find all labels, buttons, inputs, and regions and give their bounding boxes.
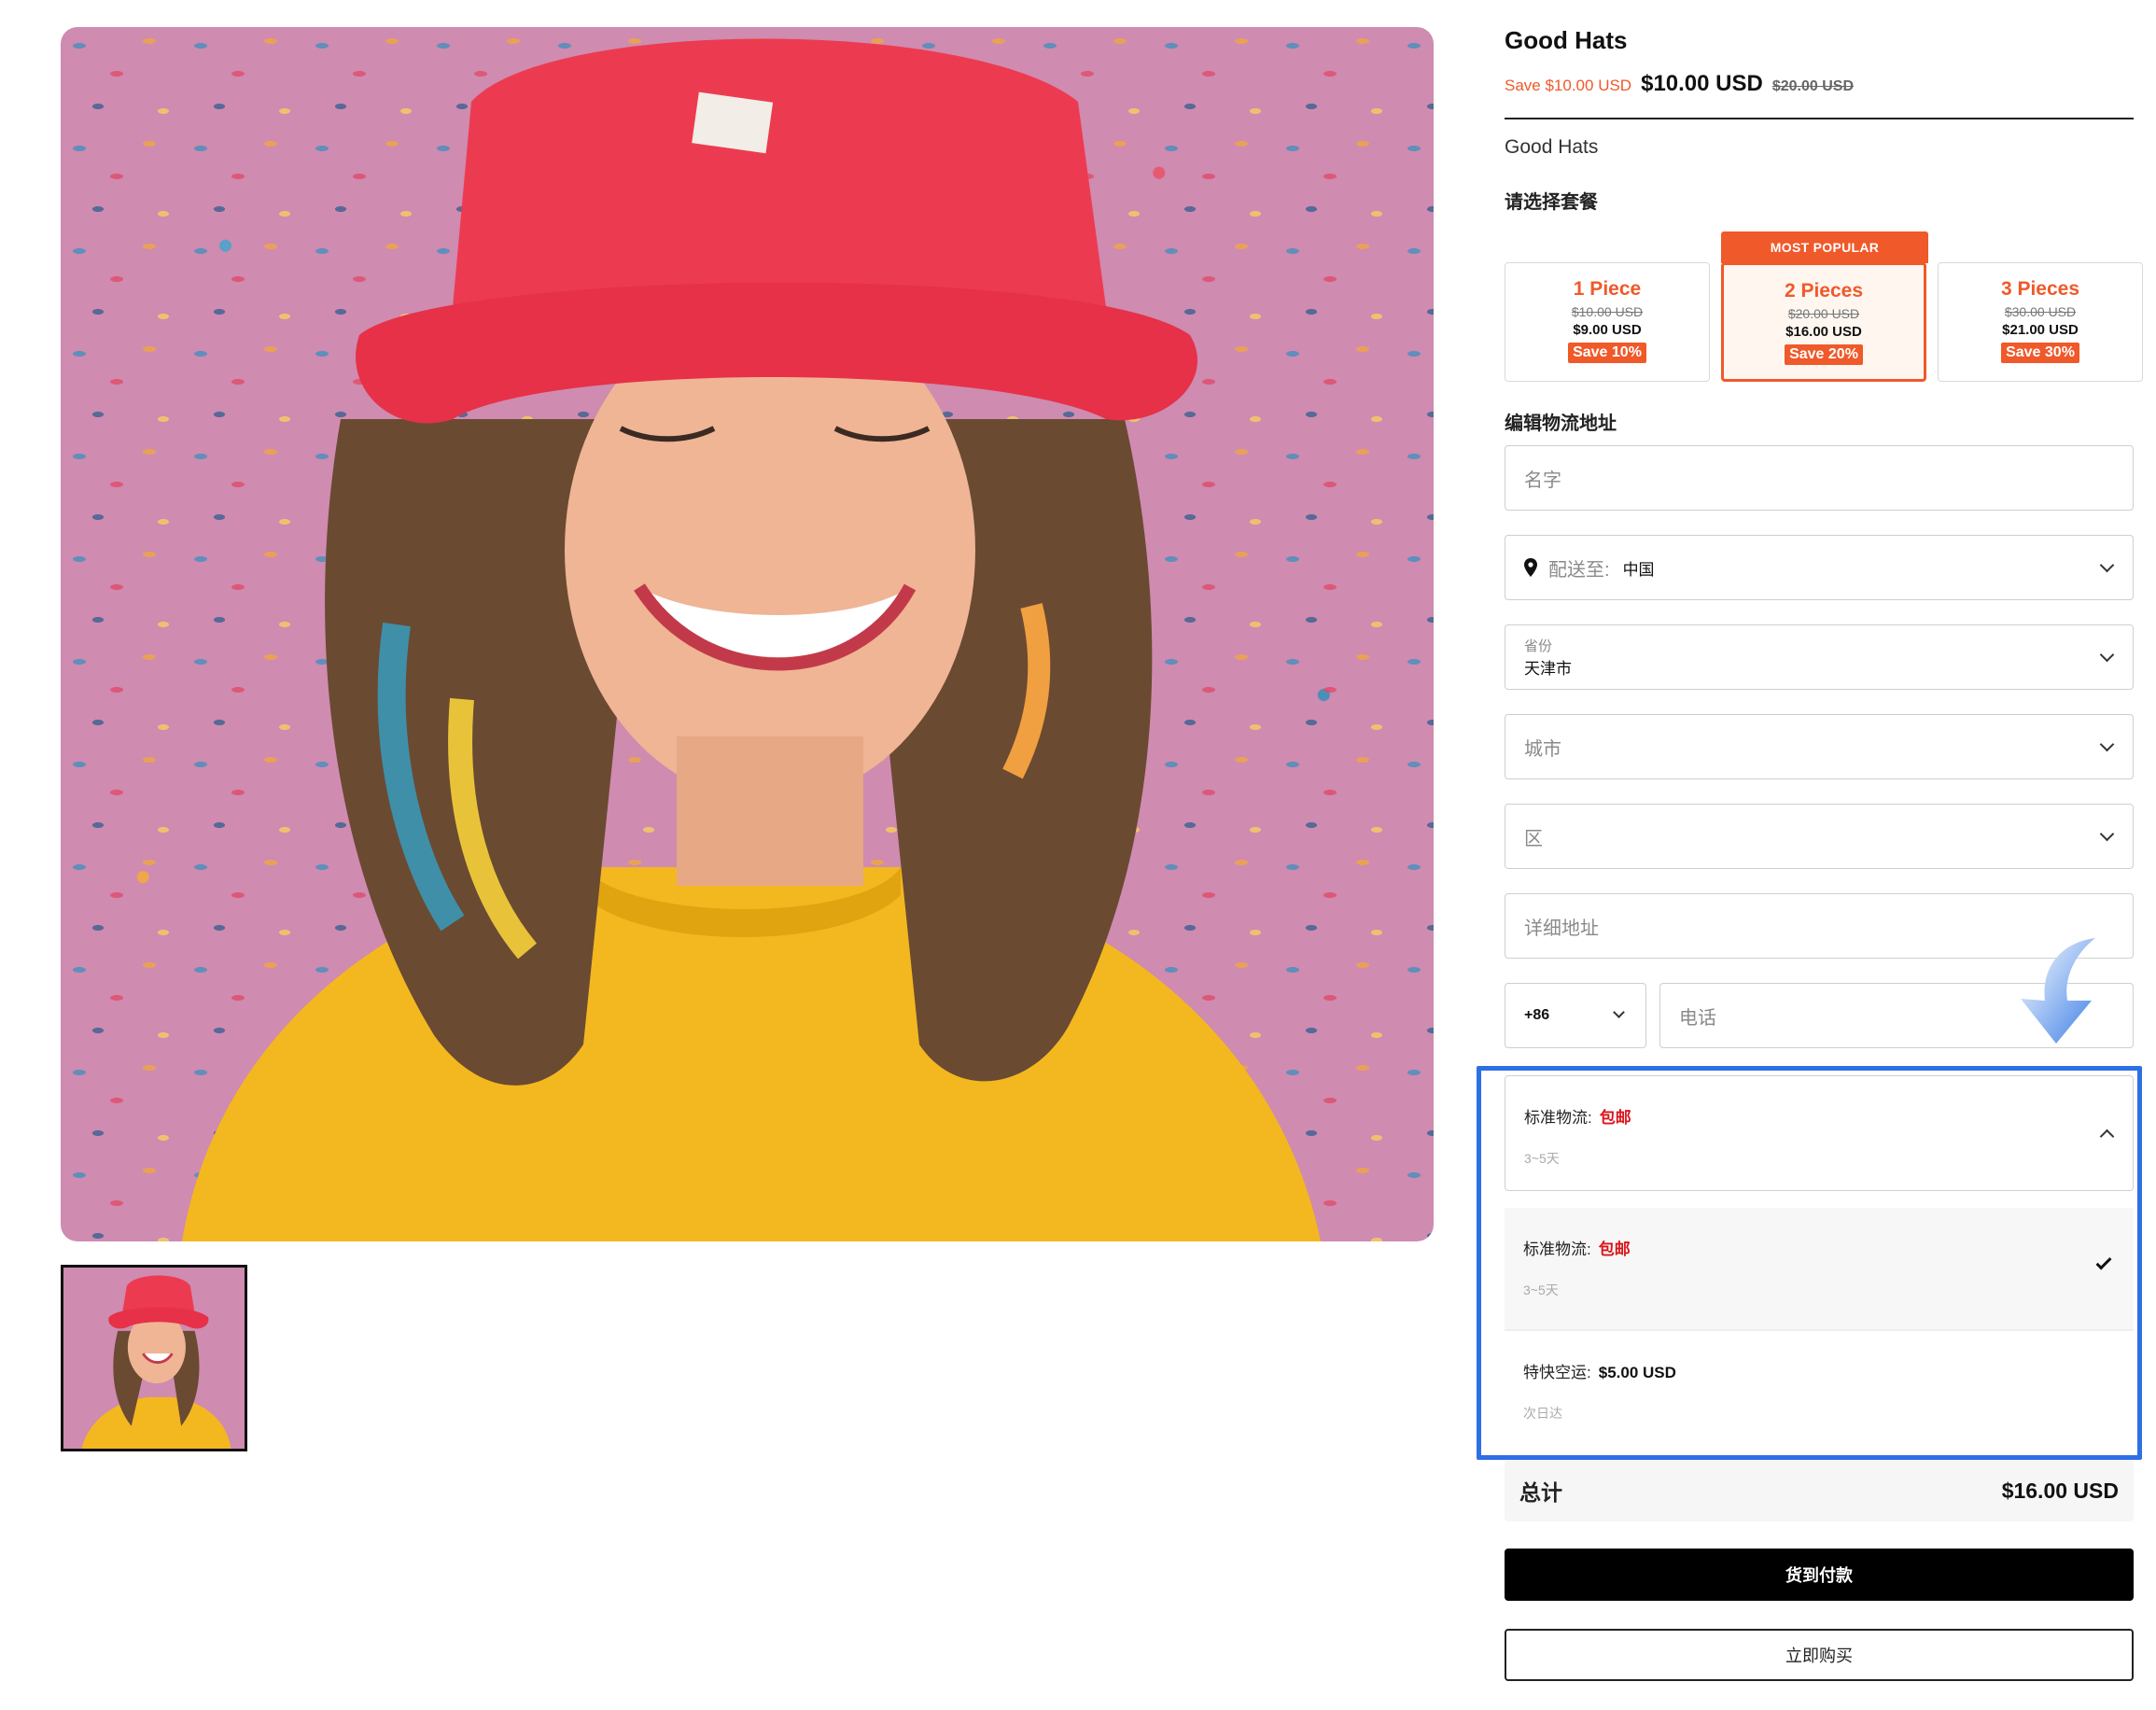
shipping-option-express[interactable]: 特快空运: $5.00 USD 次日达 xyxy=(1505,1331,2134,1452)
bundle-section-label: 请选择套餐 xyxy=(1505,192,1598,213)
bundle-new-price: $21.00 USD xyxy=(2002,322,2079,338)
pointer-arrow-icon xyxy=(2021,938,2095,1044)
shipping-selected-name: 标准物流: xyxy=(1524,1109,1592,1127)
shipping-method-select[interactable]: 标准物流: 包邮 3~5天 xyxy=(1505,1075,2134,1191)
district-select[interactable]: 区 xyxy=(1505,804,2134,869)
chevron-down-icon xyxy=(2099,557,2115,573)
province-value: 天津市 xyxy=(1524,660,1572,678)
bundle-old-price: $10.00 USD xyxy=(1571,304,1644,319)
thumbnail-illustration xyxy=(63,1268,245,1449)
bundle-option-3[interactable]: 3 Pieces $30.00 USD $21.00 USD Save 30% xyxy=(1938,262,2143,382)
chevron-down-icon xyxy=(1613,1006,1625,1018)
phone-code-select[interactable]: +86 xyxy=(1505,983,1646,1048)
compare-price: $20.00 USD xyxy=(1771,78,1855,94)
total-label: 总计 xyxy=(1519,1480,1562,1505)
product-thumbnail[interactable] xyxy=(61,1265,247,1451)
bundle-new-price: $16.00 USD xyxy=(1785,324,1862,340)
city-placeholder: 城市 xyxy=(1524,738,1561,760)
shipping-option-line: 标准物流: 包邮 xyxy=(1523,1236,1631,1259)
most-popular-badge: MOST POPULAR xyxy=(1721,231,1928,263)
name-field[interactable]: 名字 xyxy=(1505,445,2134,511)
phone-placeholder: 电话 xyxy=(1679,1007,1716,1029)
province-label: 省份 xyxy=(1524,638,1553,654)
product-subtitle: Good Hats xyxy=(1505,136,1599,158)
shipping-option-price: 包邮 xyxy=(1598,1240,1631,1258)
shipping-selected-line: 标准物流: 包邮 xyxy=(1524,1104,1631,1128)
bundle-option-2[interactable]: 2 Pieces $20.00 USD $16.00 USD Save 20% xyxy=(1721,262,1926,382)
name-placeholder: 名字 xyxy=(1524,470,1561,491)
city-select[interactable]: 城市 xyxy=(1505,714,2134,779)
shipping-option-time: 3~5天 xyxy=(1523,1282,1559,1297)
address-section-label: 编辑物流地址 xyxy=(1505,413,1617,434)
chevron-down-icon xyxy=(2099,826,2115,842)
bundle-old-price: $20.00 USD xyxy=(1787,306,1860,321)
divider xyxy=(1505,118,2134,119)
total-value: $16.00 USD xyxy=(2001,1478,2119,1503)
product-main-image[interactable] xyxy=(61,27,1434,1241)
bundle-name: 2 Pieces xyxy=(1784,280,1864,301)
checkmark-icon xyxy=(2095,1254,2112,1270)
product-title: Good Hats xyxy=(1505,26,1628,54)
order-total: 总计 $16.00 USD xyxy=(1505,1460,2134,1521)
country-value: 中国 xyxy=(1622,560,1655,579)
buy-now-button[interactable]: 立即购买 xyxy=(1505,1629,2134,1681)
bundle-new-price: $9.00 USD xyxy=(1573,322,1642,338)
bundle-save-badge: Save 10% xyxy=(1568,343,1646,363)
shipping-selected-time: 3~5天 xyxy=(1524,1151,1560,1166)
bundle-save-badge: Save 30% xyxy=(2001,343,2079,363)
bundle-name: 1 Piece xyxy=(1573,278,1642,300)
phone-code-value: +86 xyxy=(1524,1007,1550,1023)
country-label: 配送至: xyxy=(1548,559,1610,581)
bundle-name: 3 Pieces xyxy=(2000,278,2080,300)
price-row: Save $10.00 USD $10.00 USD $20.00 USD xyxy=(1505,71,1854,97)
shipping-option-line: 特快空运: $5.00 USD xyxy=(1523,1359,1676,1382)
detail-address-placeholder: 详细地址 xyxy=(1524,918,1599,939)
save-amount: Save $10.00 USD xyxy=(1505,77,1632,94)
chevron-up-icon xyxy=(2099,1128,2115,1144)
shipping-option-name: 特快空运: xyxy=(1523,1364,1591,1381)
province-select[interactable]: 省份 天津市 xyxy=(1505,624,2134,690)
current-price: $10.00 USD xyxy=(1641,71,1763,96)
location-pin-icon xyxy=(1524,558,1537,577)
chevron-down-icon xyxy=(2099,736,2115,752)
country-select[interactable]: 配送至: 中国 xyxy=(1505,535,2134,600)
district-placeholder: 区 xyxy=(1524,828,1543,849)
shipping-option-price: $5.00 USD xyxy=(1598,1364,1676,1381)
bundle-save-badge: Save 20% xyxy=(1785,344,1863,365)
shipping-option-standard[interactable]: 标准物流: 包邮 3~5天 xyxy=(1505,1208,2134,1329)
shipping-option-time: 次日达 xyxy=(1523,1406,1562,1421)
cash-on-delivery-button[interactable]: 货到付款 xyxy=(1505,1549,2134,1601)
chevron-down-icon xyxy=(2099,647,2115,663)
bundle-old-price: $30.00 USD xyxy=(2004,304,2077,319)
shipping-option-name: 标准物流: xyxy=(1523,1240,1591,1258)
shipping-selected-price: 包邮 xyxy=(1599,1109,1631,1127)
bundle-option-1[interactable]: 1 Piece $10.00 USD $9.00 USD Save 10% xyxy=(1505,262,1710,382)
model-photo-illustration xyxy=(182,38,1321,1241)
